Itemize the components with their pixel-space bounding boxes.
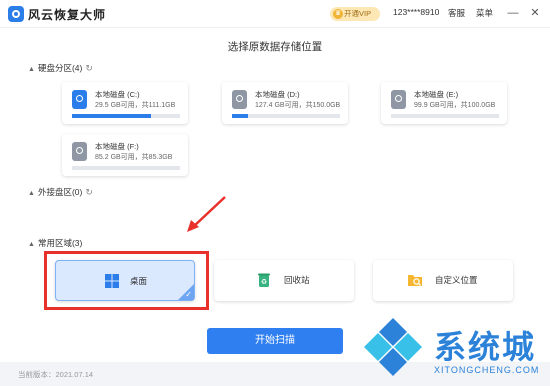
start-scan-button[interactable]: 开始扫描 (207, 328, 343, 354)
chevron-up-icon: ▲ (28, 241, 35, 248)
chevron-up-icon: ▲ (28, 66, 35, 73)
refresh-icon[interactable]: ↻ (85, 63, 93, 74)
system-disk-icon (72, 90, 87, 109)
disk-usage-bar (72, 114, 180, 118)
watermark-title: 系统城 (434, 328, 537, 366)
version-text: 当前版本：2021.07.14 (18, 370, 94, 379)
disk-card-e[interactable]: 本地磁盘 (E:) 99.9 GB可用，共100.0GB (381, 82, 507, 124)
disk-icon (72, 142, 87, 161)
refresh-icon[interactable]: ↻ (85, 187, 93, 198)
disk-name: 本地磁盘 (E:) (414, 90, 459, 99)
area-label: 自定义位置 (435, 275, 478, 285)
watermark: 系统城 XITONGCHENG.COM (352, 308, 550, 386)
crown-icon: ♛ (333, 9, 343, 19)
account-name[interactable]: 123****8910 (393, 7, 439, 17)
area-recycle-bin[interactable]: ♻ 回收站 (214, 260, 354, 301)
page-title: 选择原数据存储位置 (227, 41, 323, 53)
app-logo-icon (8, 6, 24, 22)
disk-card-d[interactable]: 本地磁盘 (D:) 127.4 GB可用，共150.0GB (222, 82, 348, 124)
vip-label: 开通VIP (344, 9, 372, 18)
arrow-annotation-icon (187, 196, 226, 232)
section-external[interactable]: ▲ 外接盘区(0) ↻ (28, 186, 93, 198)
menu-link[interactable]: 菜单 (476, 7, 493, 19)
watermark-logo-icon (364, 318, 422, 376)
disk-usage-bar (391, 114, 499, 118)
disk-card-c[interactable]: 本地磁盘 (C:) 29.5 GB可用，共111.1GB (62, 82, 188, 124)
disk-icon (232, 90, 247, 109)
disk-size: 99.9 GB可用，共100.0GB (414, 102, 496, 109)
disk-usage-fill (72, 114, 151, 118)
disk-name: 本地磁盘 (D:) (255, 90, 300, 99)
disk-icon (391, 90, 406, 109)
area-label: 回收站 (284, 275, 310, 285)
section-common[interactable]: ▲ 常用区域(3) (28, 237, 82, 249)
section-external-label: 外接盘区(0) (37, 187, 83, 197)
service-link[interactable]: 客服 (448, 7, 465, 19)
highlight-box (44, 251, 209, 310)
svg-text:♻: ♻ (261, 278, 267, 286)
title-bar: 风云恢复大师 ♛ 开通VIP 123****8910 客服 菜单 — ✕ (0, 0, 550, 28)
vip-button[interactable]: ♛ 开通VIP (330, 7, 380, 21)
close-button[interactable]: ✕ (527, 5, 543, 21)
minimize-button[interactable]: — (505, 5, 521, 21)
chevron-up-icon: ▲ (28, 190, 35, 197)
disk-usage-bar (72, 166, 180, 170)
area-custom-location[interactable]: 自定义位置 (373, 260, 513, 301)
watermark-subtitle: XITONGCHENG.COM (434, 365, 540, 375)
disk-usage-bar (232, 114, 340, 118)
disk-name: 本地磁盘 (C:) (95, 90, 140, 99)
disk-usage-fill (232, 114, 249, 118)
section-disks-label: 硬盘分区(4) (37, 63, 83, 73)
disk-name: 本地磁盘 (F:) (95, 142, 139, 151)
folder-search-icon (408, 275, 422, 286)
disk-size: 127.4 GB可用，共150.0GB (255, 102, 341, 109)
disk-size: 85.2 GB可用，共85.3GB (95, 154, 173, 161)
section-disks[interactable]: ▲ 硬盘分区(4) ↻ (28, 62, 93, 74)
section-common-label: 常用区域(3) (37, 238, 83, 248)
app-title: 风云恢复大师 (28, 8, 107, 22)
recycle-bin-icon: ♻ (258, 273, 270, 287)
disk-size: 29.5 GB可用，共111.1GB (95, 102, 176, 109)
disk-card-f[interactable]: 本地磁盘 (F:) 85.2 GB可用，共85.3GB (62, 134, 188, 176)
